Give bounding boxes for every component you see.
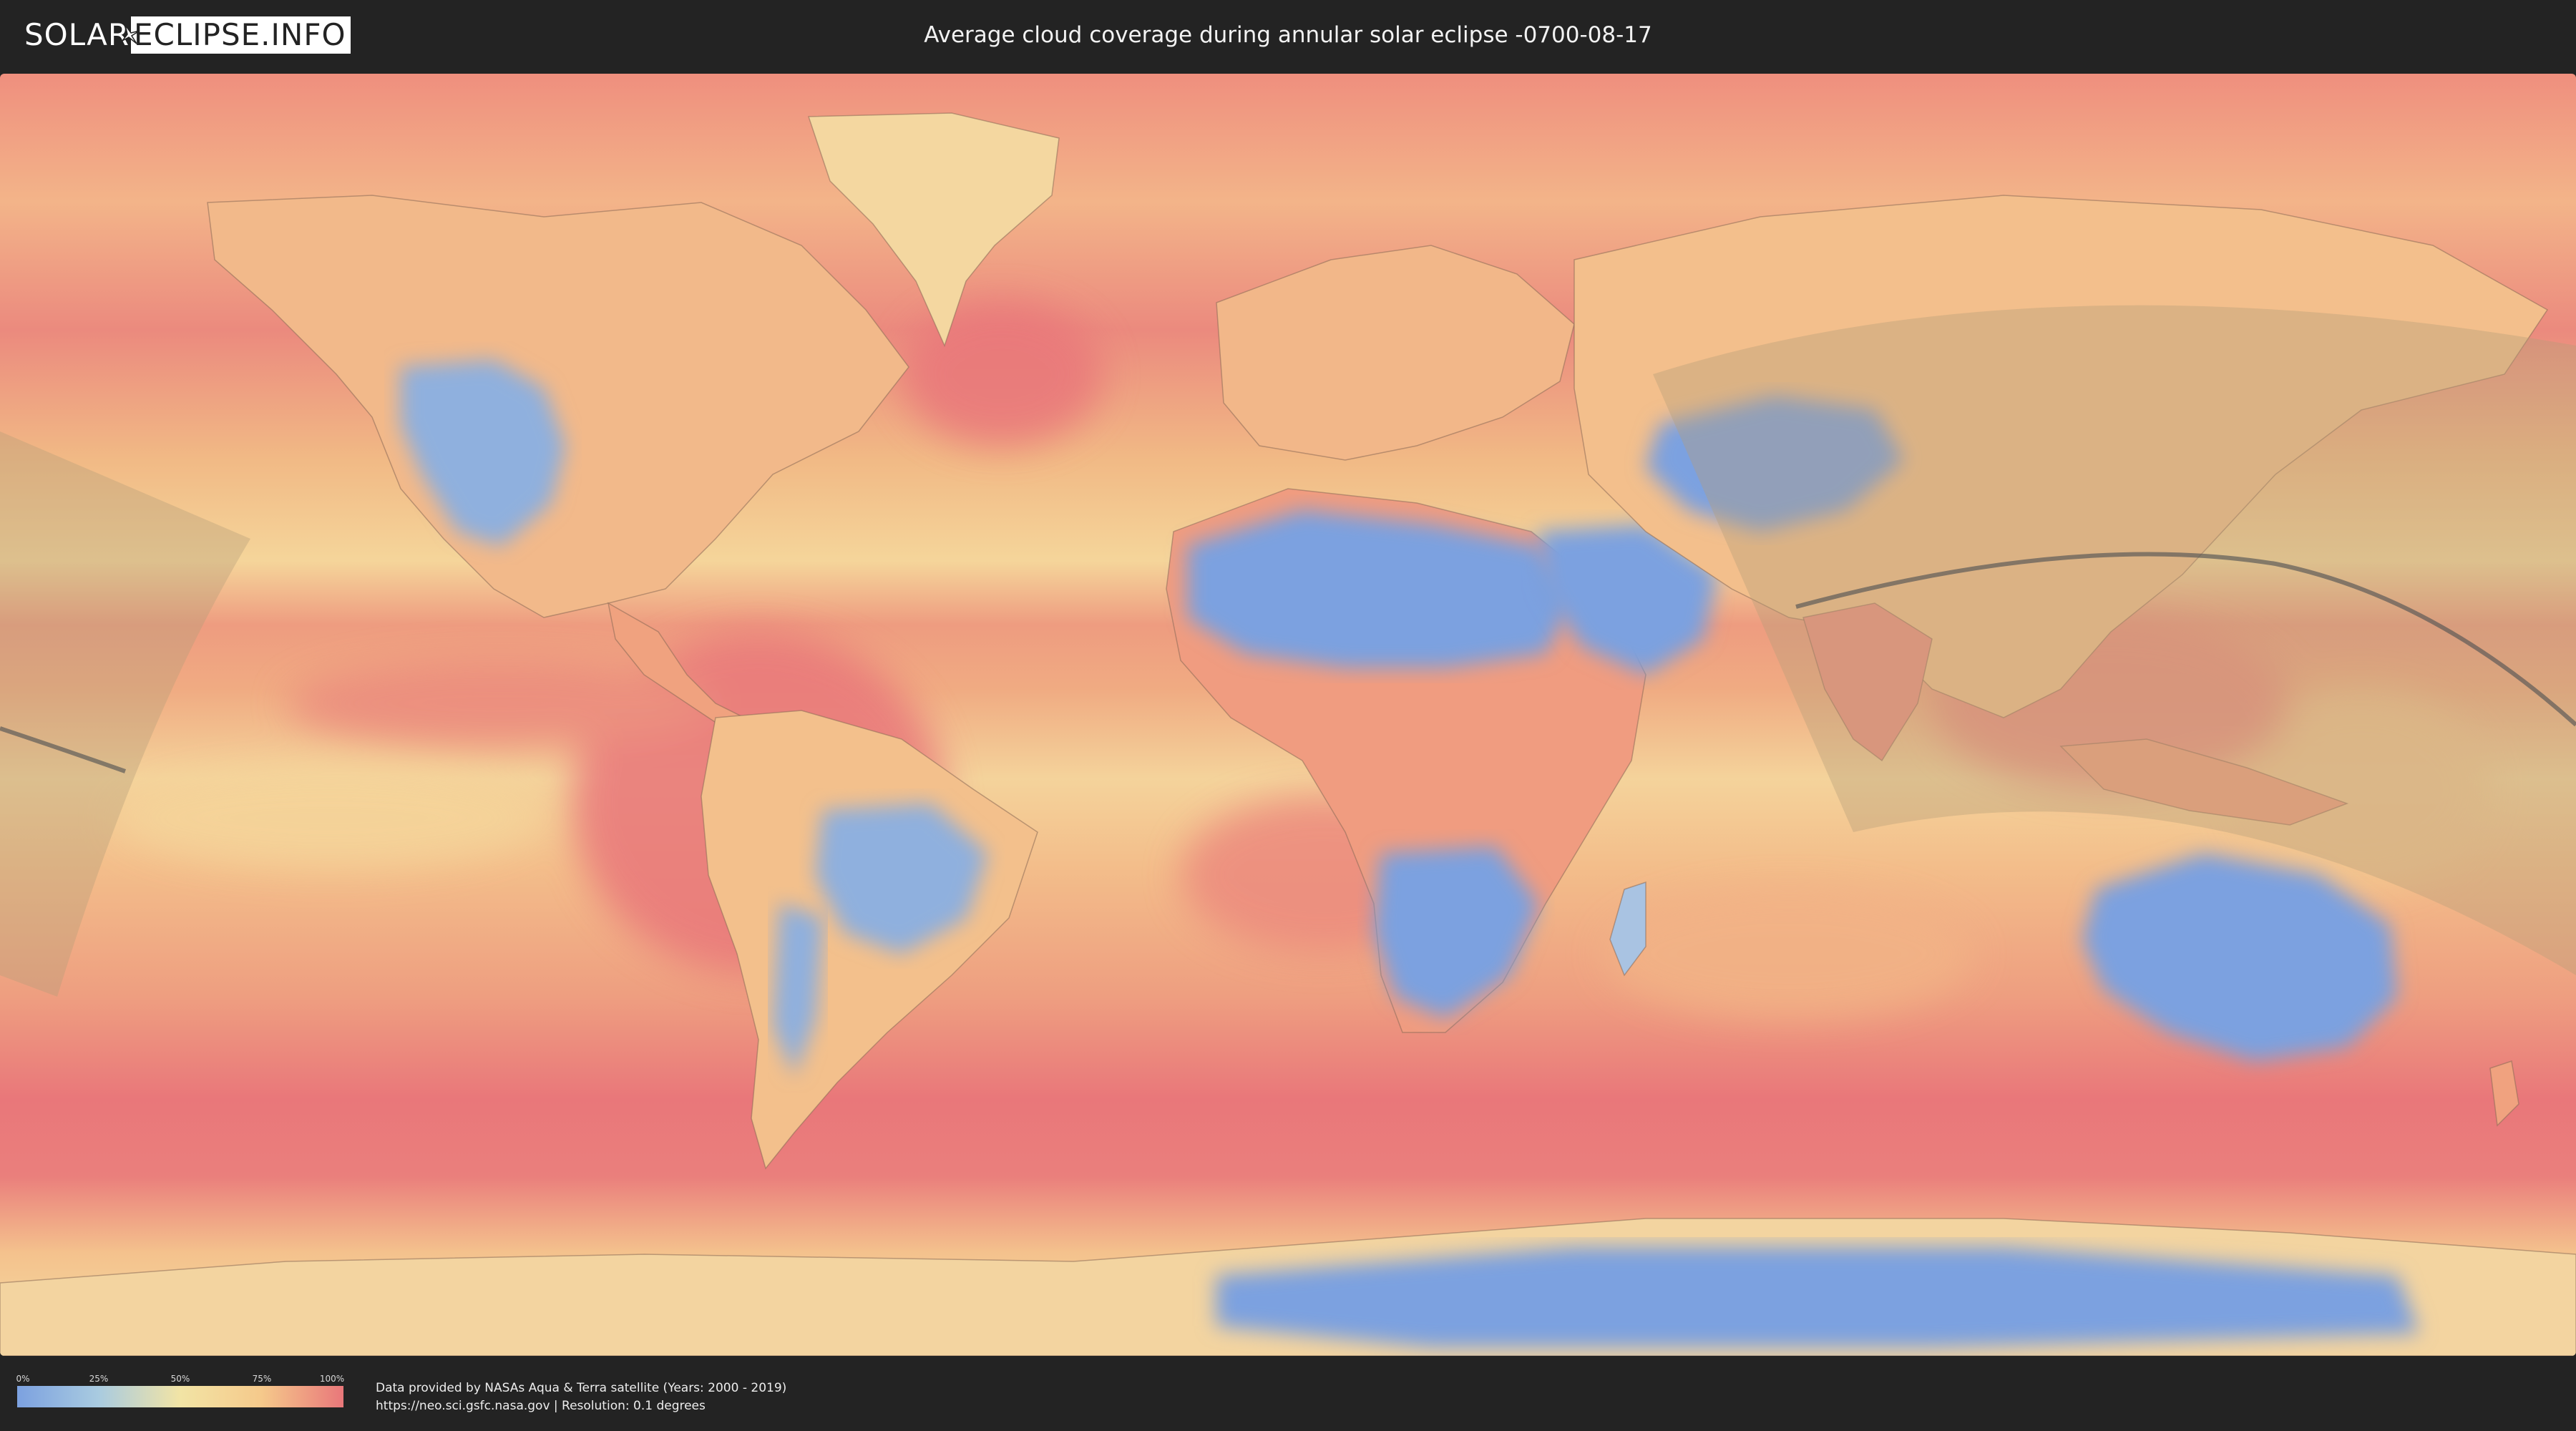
map-canvas: [0, 74, 2576, 1356]
legend-tick-50: 50%: [170, 1374, 190, 1384]
legend-tick-100: 100%: [319, 1374, 345, 1384]
logo-eclipse-text: ECLIPSE.INFO: [134, 17, 346, 52]
credit-line-url: https://neo.sci.gsfc.nasa.gov | Resoluti…: [376, 1399, 706, 1413]
cloud-coverage-map[interactable]: [0, 74, 2576, 1356]
page-title: Average cloud coverage during annular so…: [924, 22, 1652, 48]
logo-eclipse-box: ECLIPSE.INFO: [122, 16, 351, 54]
credit-line-source: Data provided by NASAs Aqua & Terra sate…: [376, 1381, 787, 1395]
legend-tick-75: 75%: [252, 1374, 272, 1384]
data-credits: Data provided by NASAs Aqua & Terra sate…: [376, 1379, 786, 1415]
logo-sun-icon: [122, 24, 140, 44]
legend-color-bar: [17, 1386, 343, 1407]
site-logo[interactable]: SOLAR ECLIPSE.INFO: [24, 16, 351, 54]
logo-solar-text: SOLAR: [24, 17, 130, 52]
cloud-coverage-legend: 0% 25% 50% 75% 100%: [16, 1374, 345, 1417]
legend-tick-0: 0%: [16, 1374, 30, 1384]
legend-tick-25: 25%: [89, 1374, 109, 1384]
header-bar: SOLAR ECLIPSE.INFO Average cloud coverag…: [0, 0, 2576, 72]
